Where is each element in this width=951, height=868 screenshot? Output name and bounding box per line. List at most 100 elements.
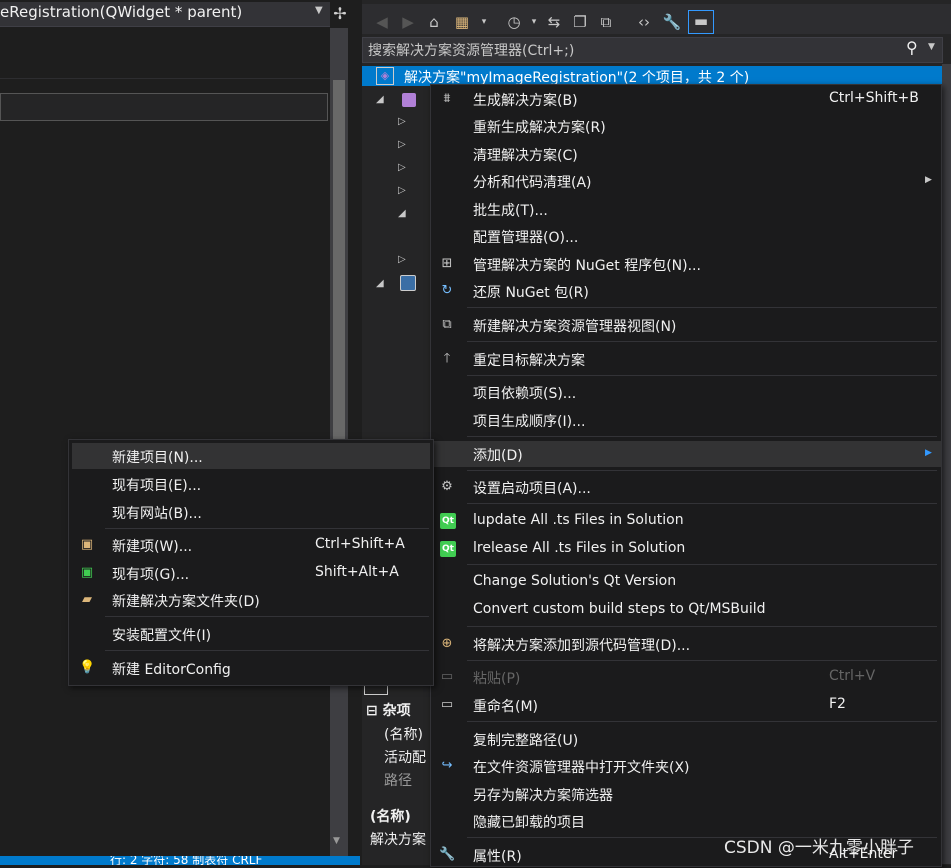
sync-icon[interactable]: ⇆ <box>544 12 564 32</box>
collapse-arrow-icon[interactable]: ▷ <box>398 162 406 173</box>
menu-item-rebuild-solution[interactable]: 重新生成解决方案(R) <box>431 113 941 139</box>
chevron-down-icon[interactable]: ▼ <box>315 5 323 16</box>
submenu-arrow-icon: ▶ <box>925 448 932 458</box>
expand-arrow-icon[interactable]: ◢ <box>376 278 384 289</box>
collapse-arrow-icon[interactable]: ▷ <box>398 139 406 150</box>
split-icon[interactable]: ✢ <box>330 4 350 24</box>
menu-item-existing-project[interactable]: 现有项目(E)... <box>69 471 433 497</box>
menu-separator <box>105 616 429 617</box>
menu-item-build-order[interactable]: 项目生成顺序(I)... <box>431 407 941 433</box>
home-icon[interactable]: ⌂ <box>424 12 444 32</box>
collapse-icon[interactable]: ❐ <box>570 12 590 32</box>
search-placeholder: 搜索解决方案资源管理器(Ctrl+;) <box>368 43 575 59</box>
show-all-files-icon[interactable]: ⧉ <box>596 12 616 32</box>
menu-item-paste[interactable]: ▭ 粘贴(P) Ctrl+V <box>431 664 941 690</box>
chevron-down-icon[interactable]: ▾ <box>474 12 494 32</box>
menu-item-add-to-source-control[interactable]: ⊕ 将解决方案添加到源代码管理(D)... <box>431 631 941 657</box>
menu-item-label: 将解决方案添加到源代码管理(D)... <box>473 638 691 654</box>
menu-item-new-se-view[interactable]: ⧉ 新建解决方案资源管理器视图(N) <box>431 312 941 338</box>
menu-item-restore-nuget[interactable]: ↻ 还原 NuGet 包(R) <box>431 278 941 304</box>
menu-item-new-item[interactable]: ▣ 新建项(W)... Ctrl+Shift+A <box>69 532 433 558</box>
menu-item-config-manager[interactable]: 配置管理器(O)... <box>431 223 941 249</box>
menu-separator <box>467 564 937 565</box>
retarget-arrow-icon: 🡑 <box>443 351 451 366</box>
menu-separator <box>467 375 937 376</box>
collapse-arrow-icon[interactable]: ▷ <box>398 254 406 265</box>
menu-item-manage-nuget[interactable]: ⊞ 管理解决方案的 NuGet 程序包(N)... <box>431 251 941 277</box>
property-category-label: 杂项 <box>382 703 411 719</box>
rename-icon: ▭ <box>440 697 454 712</box>
search-icon[interactable]: ⚲ <box>906 38 918 57</box>
menu-item-clean-solution[interactable]: 清理解决方案(C) <box>431 141 941 167</box>
menu-item-label: 生成解决方案(B) <box>473 93 578 109</box>
menu-item-label: 另存为解决方案筛选器 <box>473 788 613 804</box>
menu-item-label: 重新生成解决方案(R) <box>473 120 606 136</box>
paste-icon: ▭ <box>440 669 454 684</box>
properties-wrench-icon[interactable]: 🔧 <box>662 12 682 32</box>
nuget-package-icon: ⊞ <box>441 256 453 271</box>
menu-item-convert-build-steps[interactable]: Convert custom build steps to Qt/MSBuild <box>431 597 941 623</box>
menu-item-change-qt-version[interactable]: Change Solution's Qt Version <box>431 569 941 595</box>
expand-arrow-icon[interactable]: ◢ <box>398 208 406 219</box>
menu-item-save-as-filter[interactable]: 另存为解决方案筛选器 <box>431 781 941 807</box>
menu-item-label: 新建项(W)... <box>112 539 193 555</box>
menu-item-label: 新建解决方案文件夹(D) <box>112 594 260 610</box>
menu-item-label: lrelease All .ts Files in Solution <box>473 540 686 556</box>
menu-item-shortcut: Shift+Alt+A <box>315 564 399 580</box>
menu-item-rename[interactable]: ▭ 重命名(M) F2 <box>431 692 941 718</box>
menu-item-open-in-explorer[interactable]: ↪ 在文件资源管理器中打开文件夹(X) <box>431 753 941 779</box>
menu-item-build-solution[interactable]: ⩩ 生成解决方案(B) Ctrl+Shift+B <box>431 86 941 112</box>
menu-item-new-project[interactable]: 新建项目(N)... <box>72 443 430 469</box>
add-submenu: 新建项目(N)... 现有项目(E)... 现有网站(B)... ▣ 新建项(W… <box>68 439 434 686</box>
menu-item-add[interactable]: 添加(D) ▶ <box>431 441 941 467</box>
property-name[interactable]: 活动配 <box>384 747 426 767</box>
scrollbar-thumb[interactable] <box>333 80 345 440</box>
menu-item-install-config[interactable]: 安装配置文件(I) <box>69 621 433 647</box>
menu-item-label: 现有项(G)... <box>112 567 190 583</box>
code-editor[interactable] <box>0 0 330 865</box>
menu-item-existing-item[interactable]: ▣ 现有项(G)... Shift+Alt+A <box>69 560 433 586</box>
preview-icon[interactable]: ▬ <box>688 10 714 34</box>
menu-item-label: 新建项目(N)... <box>112 450 203 466</box>
menu-item-batch-build[interactable]: 批生成(T)... <box>431 196 941 222</box>
expand-arrow-icon[interactable]: ◢ <box>376 94 384 105</box>
property-name[interactable]: 路径 <box>384 770 412 790</box>
menu-item-label: 隐藏已卸载的项目 <box>473 815 585 831</box>
editor-current-line[interactable] <box>0 93 328 121</box>
solution-explorer-scrollbar[interactable] <box>942 64 951 864</box>
menu-item-label: 设置启动项目(A)... <box>473 481 591 497</box>
property-category[interactable]: ⊟ 杂项 <box>366 700 411 720</box>
menu-item-label: 还原 NuGet 包(R) <box>473 285 589 301</box>
collapse-arrow-icon[interactable]: ▷ <box>398 185 406 196</box>
property-name[interactable]: (名称) <box>384 724 423 744</box>
menu-item-label: Convert custom build steps to Qt/MSBuild <box>473 601 766 617</box>
menu-item-lupdate[interactable]: Qt lupdate All .ts Files in Solution <box>431 508 941 534</box>
code-icon[interactable]: ‹› <box>634 12 654 32</box>
menu-item-label: 在文件资源管理器中打开文件夹(X) <box>473 760 690 776</box>
gear-icon: ⚙ <box>441 479 453 494</box>
property-desc-title: (名称) <box>370 809 411 825</box>
menu-item-label: 安装配置文件(I) <box>112 628 212 644</box>
chevron-down-icon[interactable]: ▼ <box>928 42 935 52</box>
collapse-arrow-icon[interactable]: ▷ <box>398 116 406 127</box>
menu-item-label: 管理解决方案的 NuGet 程序包(N)... <box>473 258 701 274</box>
switch-views-icon[interactable]: ▦ <box>452 12 472 32</box>
menu-item-retarget[interactable]: 🡑 重定目标解决方案 <box>431 346 941 372</box>
history-icon[interactable]: ◷ <box>504 12 524 32</box>
chevron-down-icon[interactable]: ▾ <box>524 12 544 32</box>
menu-item-new-editorconfig[interactable]: 💡 新建 EditorConfig <box>69 655 433 681</box>
menu-item-set-startup[interactable]: ⚙ 设置启动项目(A)... <box>431 474 941 500</box>
menu-item-existing-website[interactable]: 现有网站(B)... <box>69 499 433 525</box>
back-icon[interactable]: ◀ <box>372 12 392 32</box>
forward-icon[interactable]: ▶ <box>398 12 418 32</box>
menu-separator <box>467 341 937 342</box>
menu-item-project-dependencies[interactable]: 项目依赖项(S)... <box>431 379 941 405</box>
menu-item-copy-full-path[interactable]: 复制完整路径(U) <box>431 726 941 752</box>
menu-item-analyze-cleanup[interactable]: 分析和代码清理(A) ▶ <box>431 168 941 194</box>
menu-item-new-solution-folder[interactable]: ▰ 新建解决方案文件夹(D) <box>69 587 433 613</box>
menu-item-lrelease[interactable]: Qt lrelease All .ts Files in Solution <box>431 536 941 562</box>
menu-item-hide-unloaded[interactable]: 隐藏已卸载的项目 <box>431 808 941 834</box>
scroll-down-icon[interactable]: ▼ <box>333 836 340 846</box>
wrench-icon: 🔧 <box>439 847 456 862</box>
menu-item-label: 新建解决方案资源管理器视图(N) <box>473 319 677 335</box>
